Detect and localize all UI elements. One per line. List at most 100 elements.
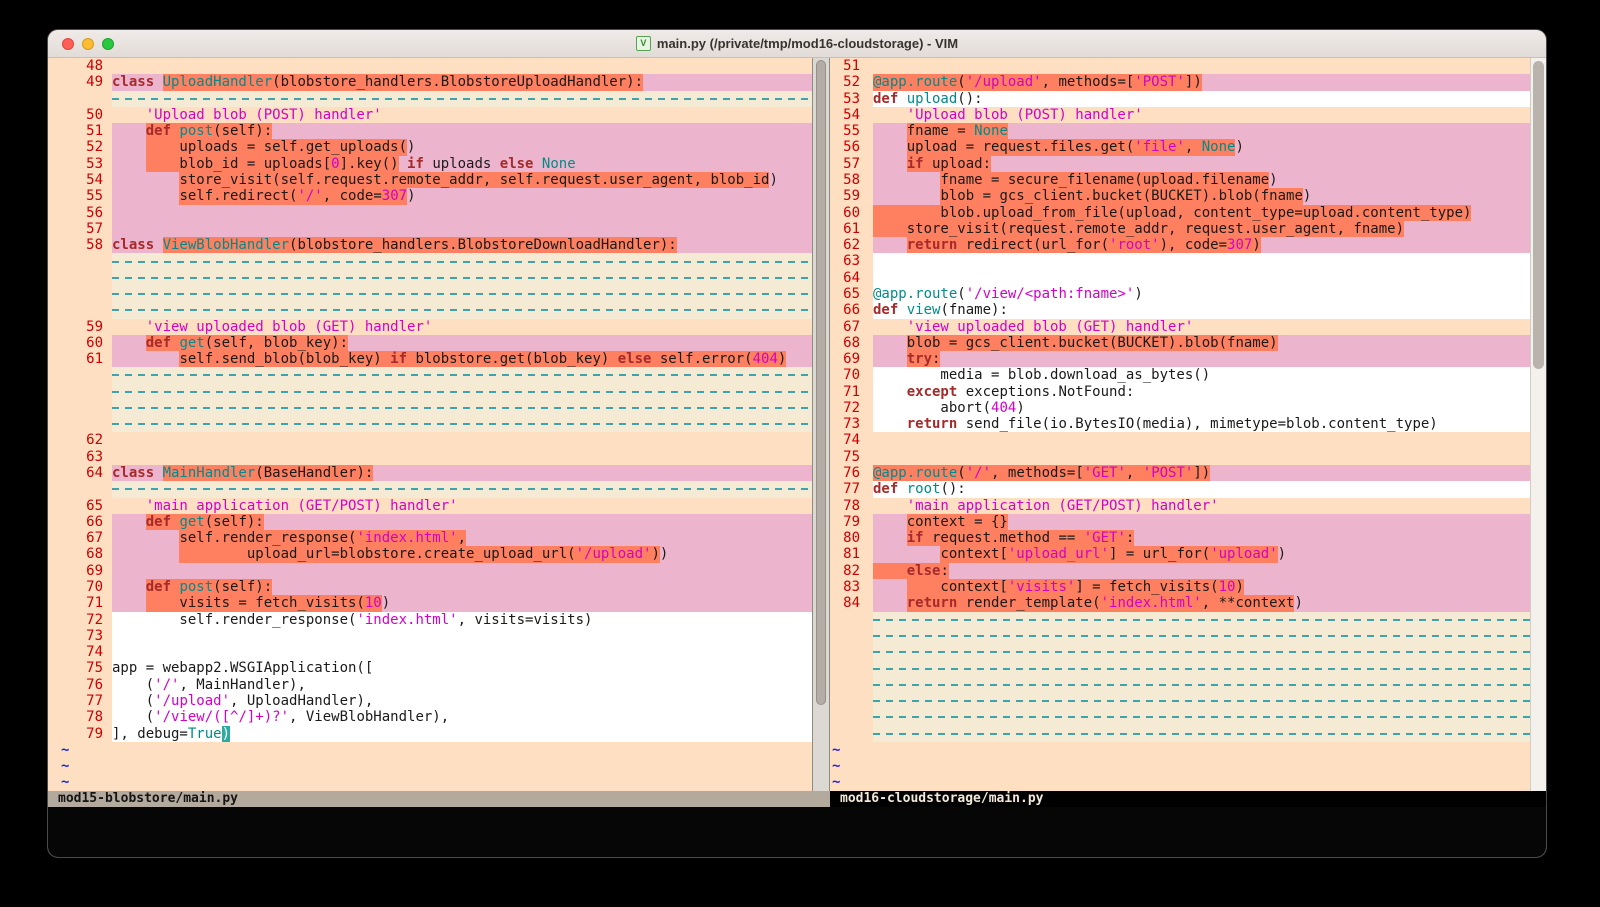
code-token: , methods=[ [1042,74,1135,90]
code-token: ) [660,546,668,562]
left-editor-pane[interactable]: 4849class UploadHandler(blobstore_handle… [48,58,812,791]
code-token: ) [1252,237,1260,253]
code-token: 'POST' [1143,465,1194,481]
code-token [873,123,907,139]
code-token: send_file(io.BytesIO(media), mimetype=bl… [957,416,1437,432]
left-scrollbar-thumb[interactable] [816,60,826,705]
code-token: ) [407,188,415,204]
code-text [873,774,1530,790]
line-number: 51 [832,58,860,74]
code-text: ('/view/([^/]+)?', ViewBlobHandler), [112,709,812,725]
code-token [112,123,146,139]
line-number: 73 [61,628,103,644]
line-number: 77 [61,693,103,709]
filler-line [61,400,812,416]
code-token: (BaseHandler): [255,465,373,481]
code-line: 69 [61,563,812,579]
code-token: store_visit(request.remote_addr, request… [873,221,1404,237]
code-line: 65 'main application (GET/POST) handler' [61,498,812,514]
minimize-button[interactable] [82,38,94,50]
line-number: 72 [832,400,860,416]
code-token: except [907,384,958,400]
code-token: def [146,514,180,530]
filler-line [832,644,1530,660]
code-text: self.render_response('index.html', [112,530,812,546]
close-button[interactable] [62,38,74,50]
code-token: ) [1303,188,1311,204]
macos-titlebar[interactable]: V main.py (/private/tmp/mod16-cloudstora… [48,30,1546,58]
code-token: ( [957,465,965,481]
code-text: 'view uploaded blob (GET) handler' [112,319,812,335]
code-token: visits = fetch_visits( [146,595,365,611]
statusline-left[interactable]: mod15-blobstore/main.py [48,791,830,807]
code-token: 'GET' [1084,465,1126,481]
line-number: 68 [61,546,103,562]
zoom-button[interactable] [102,38,114,50]
code-token [112,498,146,514]
line-number [61,302,103,318]
right-scrollbar[interactable] [1530,58,1546,791]
code-token [873,530,907,546]
line-number: 64 [832,270,860,286]
line-number: 75 [832,449,860,465]
code-text: def root(): [873,481,1530,497]
line-number: ~ [832,774,860,790]
statusline-right[interactable]: mod16-cloudstorage/main.py [830,791,1546,807]
code-text: def get(self): [112,514,812,530]
code-text [112,758,812,774]
code-token: abort( [873,400,991,416]
code-text: 'main application (GET/POST) handler' [112,498,812,514]
code-text: def post(self): [112,579,812,595]
code-token: 307 [1227,237,1252,253]
line-number: 52 [832,74,860,90]
code-token: ( [957,74,965,90]
diff-filler-dashes [873,677,1530,693]
code-token: 404 [991,400,1016,416]
code-text: if request.method == 'GET': [873,530,1530,546]
line-number [61,481,103,497]
code-token: class [112,74,163,90]
code-text: def post(self): [112,123,812,139]
code-token: ) [382,595,390,611]
code-token: blob = gcs_client.bucket(BUCKET).blob(fn… [907,335,1278,351]
diff-filler-dashes [112,481,812,497]
code-token: ) [1235,139,1243,155]
line-number: ~ [61,758,103,774]
line-number: 56 [832,139,860,155]
code-text [112,774,812,790]
line-number [832,677,860,693]
code-token [112,514,146,530]
code-token: ) [1294,595,1302,611]
code-line: 64class MainHandler(BaseHandler): [61,465,812,481]
code-token: ]) [1185,74,1202,90]
right-editor-pane[interactable]: 5152@app.route('/upload', methods=['POST… [830,58,1530,791]
code-token: render_template( [957,595,1100,611]
code-line: 52 uploads = self.get_uploads() [61,139,812,155]
filler-line [61,481,812,497]
code-line: 63 [61,449,812,465]
code-text: context['visits'] = fetch_visits(10) [873,579,1530,595]
line-number: 69 [61,563,103,579]
code-token: : [940,563,948,579]
right-scrollbar-thumb[interactable] [1533,61,1544,369]
code-text [112,400,812,416]
code-token: if [907,156,924,172]
line-number [61,286,103,302]
code-line: 80 if request.method == 'GET': [832,530,1530,546]
diff-filler-dashes [112,384,812,400]
code-text [112,205,812,221]
code-text: visits = fetch_visits(10) [112,595,812,611]
line-number: 53 [61,156,103,172]
line-number: 65 [61,498,103,514]
vertical-split-divider[interactable] [812,58,830,791]
code-text: blob_id = uploads[0].key() if uploads el… [112,156,812,172]
code-token: @app.route [873,74,957,90]
code-token: ] = url_for( [1109,546,1210,562]
code-token: exceptions.NotFound: [957,384,1134,400]
code-token [873,595,907,611]
line-number: 60 [61,335,103,351]
code-token [399,156,407,172]
code-token: def [146,123,180,139]
code-token: self.render_response( [112,612,356,628]
code-text [112,270,812,286]
